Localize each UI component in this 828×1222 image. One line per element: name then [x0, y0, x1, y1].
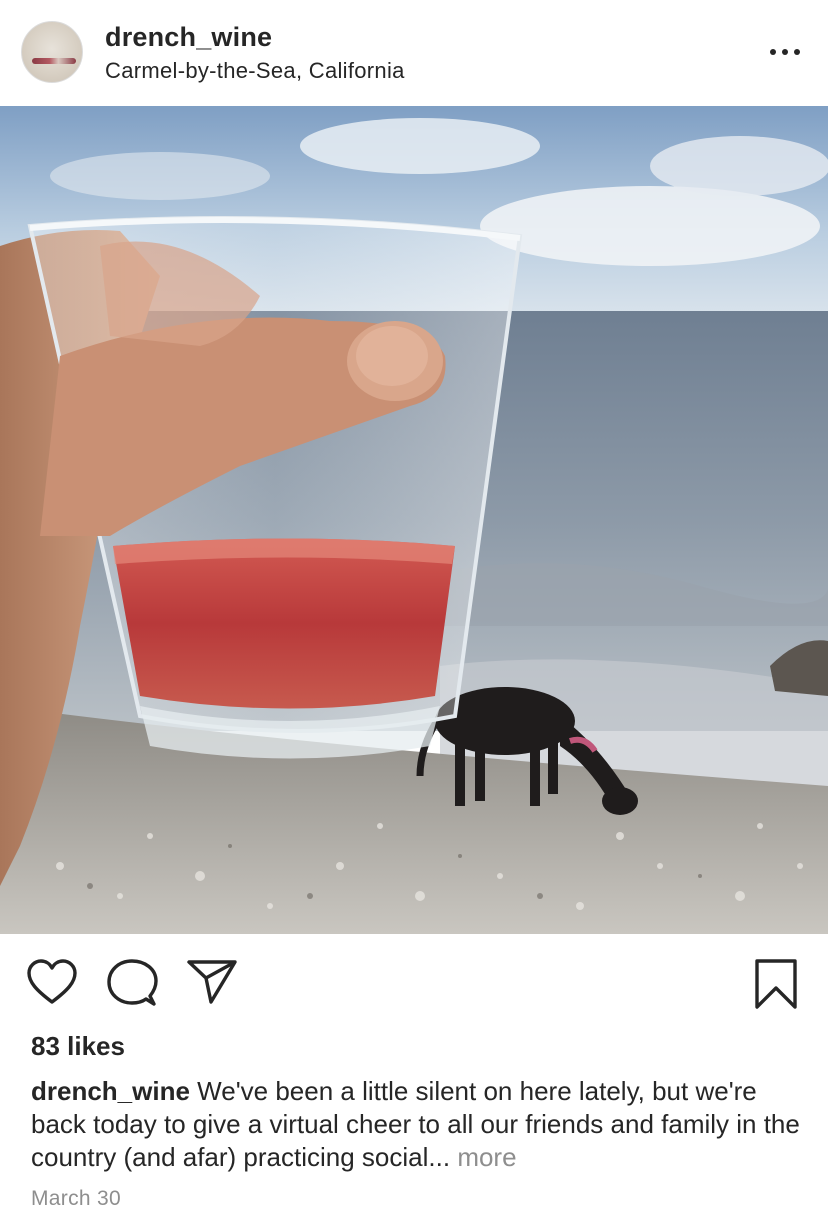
paper-plane-icon[interactable]: [186, 958, 238, 1006]
post-photo[interactable]: [0, 106, 828, 934]
likes-count[interactable]: 83 likes: [31, 1031, 125, 1062]
bookmark-icon[interactable]: [752, 958, 800, 1010]
post-location[interactable]: Carmel-by-the-Sea, California: [105, 58, 405, 84]
avatar-ring-graphic: [32, 58, 76, 64]
more-options-icon[interactable]: [768, 36, 802, 66]
caption-more-link[interactable]: more: [457, 1142, 516, 1172]
post-header: drench_wine Carmel-by-the-Sea, Californi…: [0, 0, 828, 106]
post-caption: drench_wine We've been a little silent o…: [31, 1075, 811, 1174]
beach-rose-glass-photo: [0, 106, 828, 934]
post-username[interactable]: drench_wine: [105, 22, 272, 53]
heart-icon[interactable]: [26, 958, 78, 1006]
profile-avatar[interactable]: [21, 21, 83, 83]
comment-icon[interactable]: [106, 958, 158, 1008]
post-actions-bar: [0, 934, 828, 1030]
post-date: March 30: [31, 1187, 121, 1210]
caption-username[interactable]: drench_wine: [31, 1076, 190, 1106]
